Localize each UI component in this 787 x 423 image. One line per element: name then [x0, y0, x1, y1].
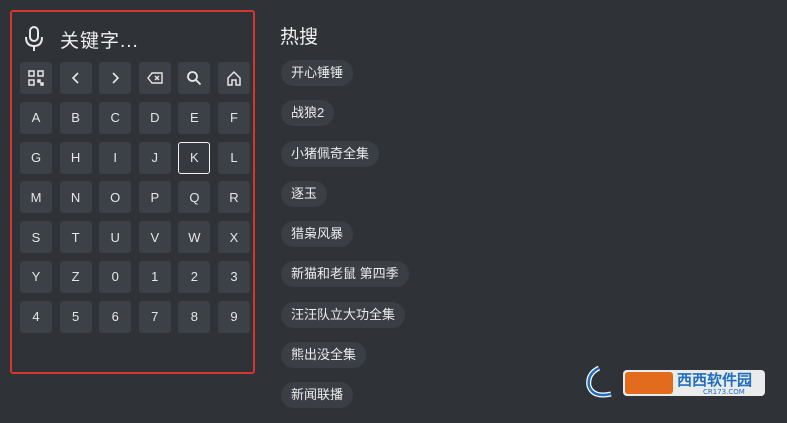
- key-p[interactable]: P: [138, 181, 171, 214]
- cursor-left-button[interactable]: [59, 62, 92, 94]
- hot-search-item[interactable]: 小猪佩奇全集: [281, 140, 380, 167]
- key-v[interactable]: V: [138, 221, 171, 254]
- key-9[interactable]: 9: [217, 300, 250, 333]
- key-x[interactable]: X: [217, 221, 250, 254]
- chevron-left-icon: [71, 72, 79, 84]
- hot-search-item[interactable]: 汪汪队立大功全集: [281, 301, 406, 328]
- key-3[interactable]: 3: [217, 260, 250, 293]
- key-i[interactable]: I: [99, 141, 132, 174]
- chevron-right-icon: [112, 72, 120, 84]
- backspace-icon: [146, 72, 163, 84]
- key-w[interactable]: W: [178, 221, 211, 254]
- qr-code-icon: [28, 70, 44, 86]
- search-input[interactable]: 关键字...: [60, 26, 139, 53]
- key-u[interactable]: U: [99, 221, 132, 254]
- key-0[interactable]: 0: [99, 260, 132, 293]
- key-6[interactable]: 6: [99, 300, 132, 333]
- hot-search-item[interactable]: 逐玉: [281, 180, 328, 207]
- key-8[interactable]: 8: [178, 300, 211, 333]
- key-h[interactable]: H: [59, 141, 92, 174]
- key-z[interactable]: Z: [59, 260, 92, 293]
- watermark-domain: CR173.COM: [703, 388, 745, 396]
- key-7[interactable]: 7: [138, 300, 171, 333]
- key-2[interactable]: 2: [178, 260, 211, 293]
- hot-search-title: 热搜: [280, 27, 319, 48]
- site-watermark-logo: 西西软件园CR173.COM: [586, 365, 765, 398]
- key-y[interactable]: Y: [20, 260, 52, 293]
- home-button[interactable]: [217, 62, 250, 94]
- cursor-right-button[interactable]: [99, 62, 132, 94]
- key-j[interactable]: J: [138, 141, 171, 174]
- key-f[interactable]: F: [217, 101, 250, 134]
- hot-search-item[interactable]: 开心锤锤: [281, 60, 354, 86]
- hot-search-item[interactable]: 战狼2: [281, 100, 335, 127]
- key-t[interactable]: T: [59, 221, 92, 254]
- backspace-button[interactable]: [138, 62, 171, 94]
- key-k[interactable]: K: [178, 141, 211, 174]
- watermark-brand: 西西软件园: [677, 371, 752, 389]
- home-icon: [227, 70, 241, 86]
- search-button[interactable]: [178, 62, 211, 94]
- key-l[interactable]: L: [217, 141, 250, 174]
- hot-search-item[interactable]: 熊出没全集: [281, 342, 367, 369]
- keyboard-panel: 关键字... ABCDEF GHI J K L M N O P Q R S T U…: [10, 10, 255, 374]
- key-m[interactable]: M: [20, 181, 52, 214]
- hot-search-item[interactable]: 新猫和老鼠 第四季: [281, 261, 409, 288]
- key-s[interactable]: S: [20, 221, 52, 254]
- key-c[interactable]: C: [99, 101, 132, 134]
- key-d[interactable]: D: [138, 101, 171, 134]
- search-bar[interactable]: 关键字...: [24, 24, 139, 54]
- hot-search-item[interactable]: 猎枭风暴: [281, 221, 354, 248]
- key-e[interactable]: E: [178, 101, 211, 134]
- key-n[interactable]: N: [59, 181, 92, 214]
- key-1[interactable]: 1: [138, 260, 171, 293]
- microphone-icon[interactable]: [24, 26, 44, 52]
- key-b[interactable]: B: [59, 101, 92, 134]
- key-q[interactable]: Q: [178, 181, 211, 214]
- search-icon: [187, 71, 202, 86]
- key-o[interactable]: O: [99, 181, 132, 214]
- hot-search-item[interactable]: 新闻联播: [281, 382, 354, 409]
- key-r[interactable]: R: [217, 181, 250, 214]
- hot-search-list: 开心锤锤战狼2 小猪佩奇全集 逐玉猎枭风暴新猫和老鼠 第四季 汪汪队立大功全集 熊出没全…: [281, 60, 409, 423]
- qr-code-button[interactable]: [20, 62, 52, 94]
- key-grid: ABCDEF GHIJKL MNOPQR STUVWX YZ0123 456789: [20, 62, 250, 333]
- key-5[interactable]: 5: [59, 300, 92, 333]
- key-g[interactable]: G: [20, 141, 52, 174]
- key-a[interactable]: A: [20, 101, 52, 134]
- key-4[interactable]: 4: [20, 300, 52, 333]
